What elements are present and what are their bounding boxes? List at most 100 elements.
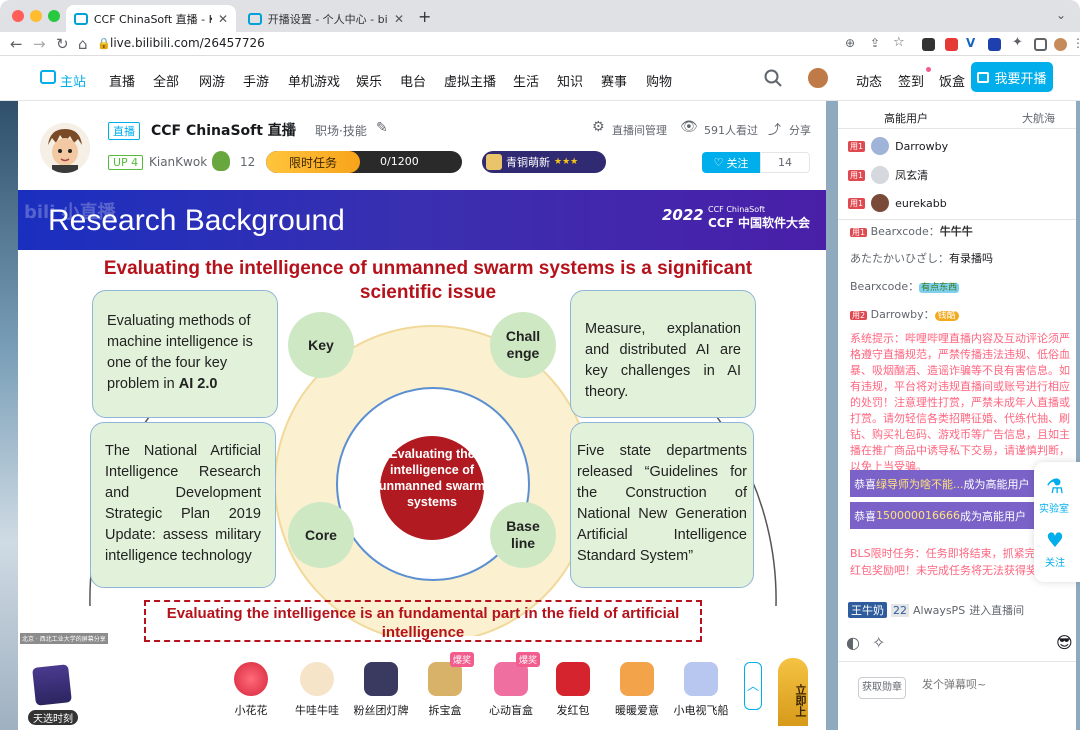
room-category[interactable]: 职场·技能	[315, 122, 367, 139]
streamer-avatar[interactable]	[40, 123, 90, 173]
fan-medal-badge[interactable]: 青铜萌新 ★★★	[482, 151, 606, 173]
cow-icon	[300, 662, 334, 696]
start-live-button[interactable]: 我要开播	[971, 62, 1053, 92]
slide-header: bili 小直播 Research Background 2022 CCF Ch…	[18, 190, 826, 250]
chat-user[interactable]: Bearxcode：	[871, 225, 940, 238]
close-window-button[interactable]	[12, 10, 24, 22]
follow-heart-icon[interactable]: ♥	[1046, 528, 1064, 552]
tab-live-room[interactable]: CCF ChinaSoft 直播 - KianKwok ✕	[66, 5, 236, 32]
extension-icon[interactable]	[988, 38, 1001, 51]
url-field[interactable]: live.bilibili.com/26457726	[110, 36, 265, 50]
gift-bag-icon[interactable]: ✧	[872, 633, 885, 652]
follow-button[interactable]: ♡ 关注	[702, 152, 760, 173]
user-avatar[interactable]	[806, 66, 830, 90]
menu-kebab-icon[interactable]: ⋮	[1072, 36, 1080, 50]
chat-user[interactable]: あたたかいひざし：	[850, 252, 949, 265]
congrats-user[interactable]: 绿导师为啥不能...	[876, 476, 964, 492]
back-icon[interactable]: ←	[10, 35, 23, 53]
extension-icon[interactable]	[922, 38, 935, 51]
emoji-icon[interactable]: 😎	[1056, 633, 1073, 652]
rank-row[interactable]: 用1 eurekabb	[848, 192, 947, 214]
draw-cards-icon[interactable]	[32, 664, 72, 706]
tab-fleet[interactable]: 大航海	[1022, 110, 1055, 126]
nav-checkin[interactable]: 签到	[898, 71, 924, 90]
follow-label: 关注	[726, 156, 749, 170]
congrats-user[interactable]: 150000016666	[876, 509, 960, 522]
palette-icon[interactable]: ◐	[846, 633, 860, 652]
timed-task-bar[interactable]: 限时任务 0/1200	[266, 151, 462, 173]
gift-name: 牛哇牛哇	[295, 704, 339, 717]
puzzle-icon[interactable]: ✦	[1012, 35, 1023, 50]
new-tab-button[interactable]: +	[418, 7, 431, 26]
minimize-window-button[interactable]	[30, 10, 42, 22]
close-tab-icon[interactable]: ✕	[394, 12, 404, 26]
chat-user[interactable]: Bearxcode：	[850, 280, 919, 293]
forward-icon[interactable]: →	[33, 35, 46, 53]
nav-item-knowledge[interactable]: 知识	[557, 71, 583, 90]
gift-item[interactable]: 拆宝盒	[414, 662, 476, 718]
edit-category-icon[interactable]: ✎	[376, 120, 388, 136]
nav-home[interactable]: 主站	[60, 71, 86, 90]
gear-icon[interactable]: ⚙	[592, 119, 605, 135]
extension-v-icon[interactable]: V	[966, 36, 975, 50]
nav-item-mobile-games[interactable]: 手游	[243, 71, 269, 90]
nav-item-online-games[interactable]: 网游	[199, 71, 225, 90]
reload-icon[interactable]: ↻	[56, 35, 69, 53]
share-page-icon[interactable]: ⇪	[870, 36, 880, 50]
blind-box-icon	[494, 662, 528, 696]
nav-item-shopping[interactable]: 购物	[646, 71, 672, 90]
zoom-icon[interactable]: ⊕	[845, 36, 855, 50]
get-medal-button[interactable]: 获取勋章	[858, 677, 906, 699]
search-icon[interactable]	[764, 69, 782, 87]
home-icon[interactable]: ⌂	[78, 35, 88, 53]
chat-user[interactable]: Darrowby：	[871, 308, 935, 321]
gift-item[interactable]: 发红包	[542, 662, 604, 718]
slide-video[interactable]: bili 小直播 Research Background 2022 CCF Ch…	[18, 190, 826, 644]
gift-item[interactable]: 暖暖爱意	[606, 662, 668, 718]
room-manage-link[interactable]: 直播间管理	[612, 122, 667, 138]
bilibili-icon	[248, 12, 262, 25]
rank-row[interactable]: 用1 凤玄清	[848, 164, 928, 186]
nav-item-vtuber[interactable]: 虚拟主播	[444, 71, 496, 90]
sidebar-toggle-icon[interactable]	[1034, 38, 1047, 51]
maximize-window-button[interactable]	[48, 10, 60, 22]
share-icon[interactable]: ⤴	[768, 119, 781, 138]
draw-label[interactable]: 天选时刻	[28, 710, 78, 725]
heart-icon: ♡	[713, 156, 724, 169]
gift-item[interactable]: 牛哇牛哇	[286, 662, 348, 718]
extension-icon[interactable]	[945, 38, 958, 51]
danmaku-input[interactable]	[922, 669, 1072, 699]
profile-avatar-icon[interactable]	[1054, 38, 1067, 51]
bookmark-star-icon[interactable]: ☆	[893, 35, 905, 50]
gift-item[interactable]: 心动盲盒	[480, 662, 542, 718]
side-follow-button[interactable]: 关注	[1045, 554, 1065, 569]
tab-high-energy[interactable]: 高能用户	[884, 110, 928, 126]
fan-club-icon[interactable]	[212, 151, 230, 171]
nav-item-esports[interactable]: 赛事	[601, 71, 627, 90]
gift-item[interactable]: 小电视飞船	[670, 662, 732, 718]
lab-button[interactable]: 实验室	[1039, 500, 1069, 515]
top-up-button[interactable]: 立即上	[778, 658, 808, 726]
nav-lunchbox[interactable]: 饭盒	[939, 71, 965, 90]
gift-item[interactable]: 粉丝团灯牌	[350, 662, 412, 718]
chevron-down-icon[interactable]: ⌄	[1056, 8, 1066, 22]
nav-item-entertainment[interactable]: 娱乐	[356, 71, 382, 90]
nav-item-radio[interactable]: 电台	[400, 71, 426, 90]
expand-gifts-button[interactable]: ︿	[744, 662, 762, 710]
nav-item-single-games[interactable]: 单机游戏	[288, 71, 340, 90]
edit-title-icon[interactable]: ✎	[286, 120, 298, 136]
tab-live-settings[interactable]: 开播设置 - 个人中心 - bilibili link ✕	[240, 5, 412, 32]
streamer-name[interactable]: KianKwok	[149, 155, 207, 169]
gift-item[interactable]: 小花花	[220, 662, 282, 718]
nav-item-life[interactable]: 生活	[513, 71, 539, 90]
nav-dynamics[interactable]: 动态	[856, 71, 882, 90]
share-link[interactable]: 分享	[789, 122, 811, 138]
nav-item-live[interactable]: 直播	[109, 71, 135, 90]
congrats-post: 成为高能用户	[963, 477, 1030, 491]
rank-row[interactable]: 用1 Darrowby	[848, 135, 948, 157]
address-bar-row: ← → ↻ ⌂ 🔒 live.bilibili.com/26457726 ⊕ ⇪…	[0, 32, 1080, 56]
close-tab-icon[interactable]: ✕	[218, 12, 228, 26]
enter-user[interactable]: AlwaysPS	[913, 604, 965, 617]
flask-icon[interactable]: ⚗	[1046, 474, 1064, 498]
nav-item-all[interactable]: 全部	[153, 71, 179, 90]
